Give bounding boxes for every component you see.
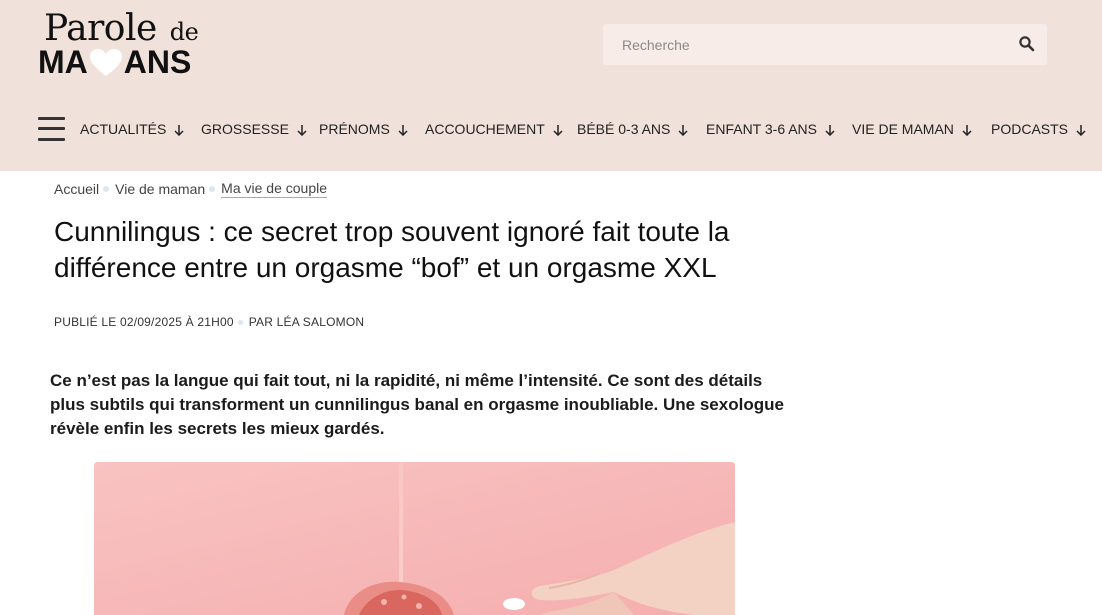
nav-item-bebe[interactable]: BÉBÉ 0-3 ANS (577, 121, 688, 137)
article-intro: Ce n’est pas la langue qui fait tout, ni… (50, 371, 784, 438)
arrow-down-icon (553, 125, 563, 136)
logo-word-ans: ANS (123, 44, 192, 80)
nav-item-actualites[interactable]: ACTUALITÉS (80, 121, 184, 137)
article-meta: PUBLIÉ LE 02/09/2025 À 21H00 PAR LÉA SAL… (54, 315, 364, 329)
breadcrumb-vie-de-maman-link[interactable]: Vie de maman (115, 181, 205, 197)
nav-item-prenoms[interactable]: PRÉNOMS (319, 121, 408, 137)
arrow-down-icon (825, 125, 835, 136)
main-nav: ACTUALITÉS GROSSESSE PRÉNOMS ACCOUCHEMEN… (0, 110, 1102, 150)
breadcrumb: Accueil Vie de maman Ma vie de couple (54, 180, 327, 198)
breadcrumb-current-link[interactable]: Ma vie de couple (221, 180, 327, 198)
arrow-down-icon (297, 125, 307, 136)
breadcrumb-separator (103, 186, 110, 192)
nav-item-vie-de-maman[interactable]: VIE DE MAMAN (852, 121, 972, 137)
arrow-down-icon (678, 125, 688, 136)
nav-item-label: PRÉNOMS (319, 121, 390, 137)
nav-item-label: ENFANT 3-6 ANS (706, 121, 818, 137)
hero-illustration (94, 462, 735, 615)
nav-item-accouchement[interactable]: ACCOUCHEMENT (425, 121, 563, 137)
logo-word-de: de (169, 18, 199, 46)
breadcrumb-separator (209, 186, 216, 192)
publish-date: PUBLIÉ LE 02/09/2025 À 21H00 (54, 315, 234, 329)
nav-item-grossesse[interactable]: GROSSESSE (201, 121, 307, 137)
logo-word-ma: MA (38, 44, 88, 80)
search-input[interactable] (603, 24, 1003, 65)
nav-item-label: ACCOUCHEMENT (425, 121, 545, 137)
arrow-down-icon (174, 125, 184, 136)
article-hero-image (94, 462, 735, 615)
logo-line-2: MA ANS (38, 44, 191, 81)
nav-item-label: VIE DE MAMAN (852, 121, 954, 137)
logo-line-1: Parole de (44, 8, 199, 49)
arrow-down-icon (962, 125, 972, 136)
article-title: Cunnilingus : ce secret trop souvent ign… (54, 216, 730, 283)
arrow-down-icon (1076, 125, 1086, 136)
author-byline[interactable]: PAR LÉA SALOMON (249, 315, 364, 329)
arrow-down-icon (398, 125, 408, 136)
search-bar (603, 24, 1047, 65)
logo-word-parole: Parole (44, 8, 157, 49)
nav-item-label: PODCASTS (991, 121, 1069, 137)
breadcrumb-home-link[interactable]: Accueil (54, 181, 99, 197)
hamburger-menu-icon[interactable] (38, 117, 65, 141)
site-header: Parole de MA ANS ACTUALITÉS GROSSESSE PR… (0, 0, 1102, 171)
search-icon[interactable] (1017, 34, 1037, 54)
nav-item-enfant[interactable]: ENFANT 3-6 ANS (706, 121, 835, 137)
heart-icon (89, 48, 123, 78)
site-logo[interactable]: Parole de MA ANS (38, 8, 218, 80)
nav-item-label: BÉBÉ 0-3 ANS (577, 121, 671, 137)
nav-item-label: ACTUALITÉS (80, 121, 167, 137)
meta-separator (237, 319, 243, 325)
nav-item-podcasts[interactable]: PODCASTS (991, 121, 1086, 137)
nav-item-label: GROSSESSE (201, 121, 289, 137)
